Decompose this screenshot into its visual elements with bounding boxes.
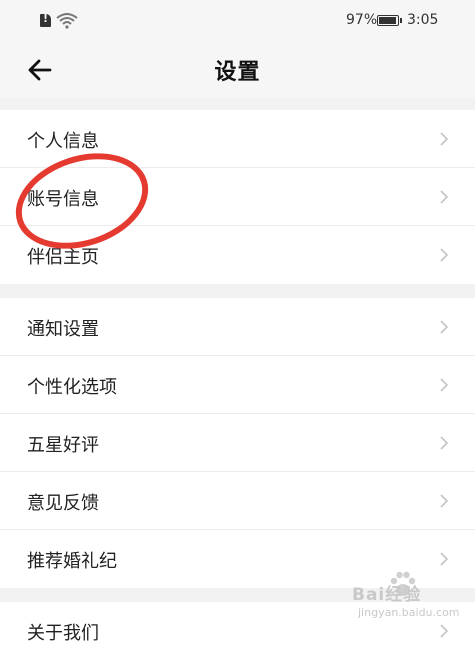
header: 设置 — [0, 42, 475, 98]
settings-item-label: 伴侣主页 — [27, 247, 99, 268]
settings-item-label: 关于我们 — [27, 623, 99, 644]
chevron-right-icon — [440, 552, 449, 566]
settings-item-label: 个人信息 — [27, 131, 99, 152]
settings-item-account-info[interactable]: 账号信息 — [0, 168, 475, 226]
settings-item-five-star-rating[interactable]: 五星好评 — [0, 414, 475, 472]
settings-item-recommend-app[interactable]: 推荐婚礼纪 — [0, 530, 475, 588]
chevron-right-icon — [440, 378, 449, 392]
page-title: 设置 — [214, 60, 261, 85]
settings-item-personalization[interactable]: 个性化选项 — [0, 356, 475, 414]
settings-item-label: 五星好评 — [27, 435, 99, 456]
status-bar: 97% 3:05 — [0, 0, 475, 42]
settings-group-about: 关于我们 — [0, 602, 475, 660]
chevron-right-icon — [440, 436, 449, 450]
settings-item-notifications[interactable]: 通知设置 — [0, 298, 475, 356]
wifi-icon — [56, 13, 78, 29]
settings-item-personal-info[interactable]: 个人信息 — [0, 110, 475, 168]
settings-group-general: 通知设置 个性化选项 五星好评 意见反馈 推荐婚礼纪 — [0, 298, 475, 588]
chevron-right-icon — [440, 494, 449, 508]
settings-item-label: 账号信息 — [27, 189, 99, 210]
chevron-right-icon — [440, 624, 449, 638]
chevron-right-icon — [440, 248, 449, 262]
settings-item-about-us[interactable]: 关于我们 — [0, 602, 475, 660]
settings-item-label: 个性化选项 — [27, 377, 117, 398]
settings-item-feedback[interactable]: 意见反馈 — [0, 472, 475, 530]
battery-percentage: 97% — [346, 12, 378, 28]
settings-group-account: 个人信息 账号信息 伴侣主页 — [0, 110, 475, 284]
sim-alert-icon — [40, 12, 51, 27]
battery-icon — [377, 15, 402, 26]
chevron-right-icon — [440, 190, 449, 204]
settings-item-label: 推荐婚礼纪 — [27, 551, 117, 572]
chevron-right-icon — [440, 320, 449, 334]
settings-item-partner-home[interactable]: 伴侣主页 — [0, 226, 475, 284]
status-time: 3:05 — [407, 12, 439, 28]
settings-item-label: 通知设置 — [27, 319, 99, 340]
settings-item-label: 意见反馈 — [27, 493, 99, 514]
chevron-right-icon — [440, 132, 449, 146]
